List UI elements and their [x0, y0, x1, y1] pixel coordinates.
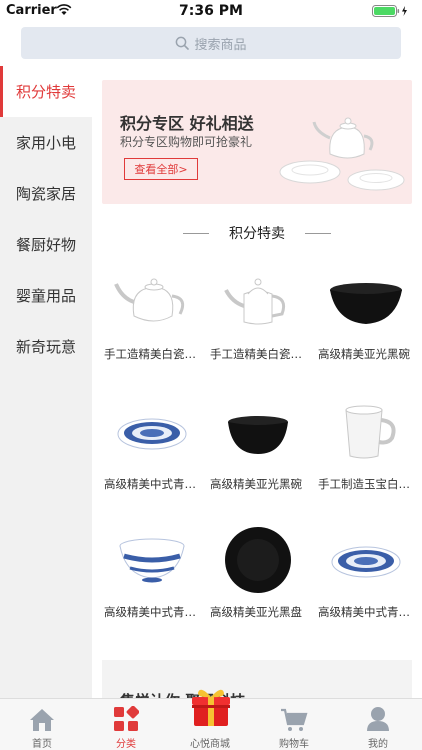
- divider-line: [183, 232, 209, 234]
- sidebar-item-kitchenware[interactable]: 餐厨好物: [0, 219, 92, 270]
- teapot-icon: [104, 264, 200, 340]
- search-icon: [176, 36, 190, 50]
- section-header: 积分特卖: [92, 223, 422, 243]
- category-icon: [114, 706, 139, 731]
- view-all-button[interactable]: 查看全部>: [124, 158, 198, 180]
- search-input[interactable]: 搜索商品: [21, 27, 401, 59]
- sidebar-item-points-sale[interactable]: 积分特卖: [0, 66, 92, 117]
- profile-icon: [367, 707, 389, 731]
- product-card[interactable]: 手工造精美白瓷茶壶: [210, 264, 306, 362]
- product-card[interactable]: 高级精美亚光黑碗: [210, 394, 306, 492]
- product-card[interactable]: 高级精美亚光黑碗: [318, 264, 414, 362]
- cart-icon: [281, 708, 308, 731]
- tab-cart[interactable]: 购物车: [252, 699, 336, 750]
- product-card[interactable]: 高级精美中式青花盘: [318, 522, 414, 620]
- sidebar-item-ceramics[interactable]: 陶瓷家居: [0, 168, 92, 219]
- status-bar: Carrier 7:36 PM: [0, 0, 422, 22]
- section-title: 积分特卖: [229, 226, 285, 242]
- sidebar-item-label: 新奇玩意: [16, 338, 77, 356]
- banner-subtitle: 积分专区购物即可抢豪礼: [120, 135, 253, 149]
- product-name: 高级精美中式青花碗: [104, 605, 200, 619]
- sidebar-item-label: 婴童用品: [16, 287, 77, 305]
- bottom-promo-banner[interactable]: 隽悦让你 聚黑科技: [102, 660, 412, 698]
- sidebar-item-label: 陶瓷家居: [16, 185, 77, 203]
- tab-label: 我的: [368, 739, 388, 750]
- battery-icon: [372, 5, 407, 17]
- promo-banner[interactable]: 积分专区 好礼相送 积分专区购物即可抢豪礼 查看全部>: [102, 80, 412, 204]
- tab-label: 购物车: [279, 739, 309, 750]
- product-name: 高级精美中式青花盘: [318, 605, 414, 619]
- product-name: 高级精美中式青花盘: [104, 477, 200, 491]
- sidebar-item-label: 积分特卖: [16, 83, 77, 101]
- category-sidebar: 积分特卖 家用小电 陶瓷家居 餐厨好物 婴童用品 新奇玩意: [0, 66, 92, 698]
- product-card[interactable]: 高级精美中式青花碗: [104, 522, 200, 620]
- product-name: 高级精美亚光黑盘: [210, 605, 302, 619]
- tab-home[interactable]: 首页: [0, 699, 84, 750]
- search-area: 搜索商品: [0, 22, 422, 66]
- product-name: 手工造精美白瓷茶壶: [210, 347, 306, 361]
- tea-set-image: [279, 117, 405, 191]
- tab-category[interactable]: 分类: [84, 699, 168, 750]
- product-card[interactable]: 手工制造玉宝白瓷杯: [318, 394, 414, 492]
- search-placeholder: 搜索商品: [194, 37, 247, 53]
- tall-teapot-icon: [210, 264, 306, 340]
- product-name: 高级精美亚光黑碗: [318, 347, 410, 361]
- product-name: 手工制造玉宝白瓷杯: [318, 477, 414, 491]
- status-time: 7:36 PM: [179, 3, 243, 19]
- blue-plate-icon: [104, 394, 200, 470]
- banner-title: 积分专区 好礼相送: [120, 114, 254, 133]
- main-content: 积分专区 好礼相送 积分专区购物即可抢豪礼 查看全部> 积分特卖 手工造精美白瓷…: [92, 66, 422, 698]
- black-plate-icon: [210, 522, 306, 598]
- tab-profile[interactable]: 我的: [336, 699, 420, 750]
- tab-label: 首页: [32, 739, 52, 750]
- divider-line: [305, 232, 331, 234]
- sidebar-item-baby-products[interactable]: 婴童用品: [0, 270, 92, 321]
- sidebar-item-label: 家用小电: [16, 134, 77, 152]
- black-bowl-icon: [210, 394, 306, 470]
- blue-plate-icon: [318, 522, 414, 598]
- blue-bowl-icon: [104, 522, 200, 598]
- sidebar-item-label: 餐厨好物: [16, 236, 77, 254]
- home-icon: [30, 709, 54, 731]
- product-name: 高级精美亚光黑碗: [210, 477, 302, 491]
- tab-label: 分类: [116, 739, 136, 750]
- product-card[interactable]: 高级精美中式青花盘: [104, 394, 200, 492]
- tab-label: 心悦商城: [190, 739, 230, 750]
- product-card[interactable]: 手工造精美白瓷茶壶: [104, 264, 200, 362]
- app-screen: Carrier 7:36 PM 搜索商品 积分特卖 家用小电 陶瓷家居 餐厨好物…: [0, 0, 422, 750]
- white-mug-icon: [318, 394, 414, 470]
- sidebar-item-home-appliances[interactable]: 家用小电: [0, 117, 92, 168]
- gift-icon[interactable]: [190, 687, 232, 727]
- product-card[interactable]: 高级精美亚光黑盘: [210, 522, 306, 620]
- black-bowl-icon: [318, 264, 414, 340]
- sidebar-item-novelties[interactable]: 新奇玩意: [0, 321, 92, 372]
- product-name: 手工造精美白瓷茶壶: [104, 347, 200, 361]
